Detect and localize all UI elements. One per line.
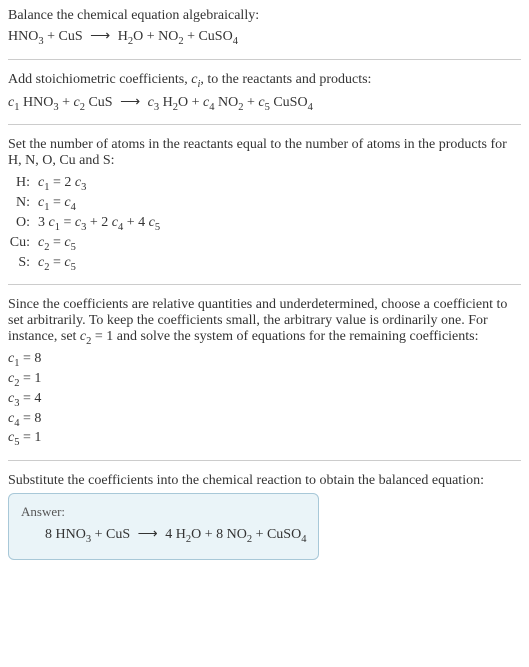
stoich-intro-b: , to the reactants and products: <box>200 72 371 87</box>
atom-label: S: <box>8 255 38 271</box>
answer-box: Answer: 8 HNO3 + CuS ⟶ 4 H2O + 8 NO2 + C… <box>8 493 319 560</box>
coef-row: c5 = 1 <box>8 430 521 448</box>
divider <box>8 284 521 285</box>
atom-row: H: c1 = 2 c3 <box>8 175 521 193</box>
atom-row: N: c1 = c4 <box>8 195 521 213</box>
divider <box>8 59 521 60</box>
atom-eq: 3 c1 = c3 + 2 c4 + 4 c5 <box>38 215 160 233</box>
coef-row: c1 = 8 <box>8 351 521 369</box>
atom-row: Cu: c2 = c5 <box>8 235 521 253</box>
intro-line: Balance the chemical equation algebraica… <box>8 8 521 24</box>
substitute-intro: Substitute the coefficients into the che… <box>8 473 521 489</box>
intro-section: Balance the chemical equation algebraica… <box>8 8 521 47</box>
atom-eq: c1 = 2 c3 <box>38 175 86 193</box>
atom-eq: c1 = c4 <box>38 195 76 213</box>
atom-eq: c2 = c5 <box>38 235 76 253</box>
coef-row: c2 = 1 <box>8 371 521 389</box>
divider <box>8 124 521 125</box>
coef-list: c1 = 8 c2 = 1 c3 = 4 c4 = 8 c5 = 1 <box>8 351 521 448</box>
atom-row: S: c2 = c5 <box>8 255 521 273</box>
stoich-intro-a: Add stoichiometric coefficients, <box>8 72 191 87</box>
balanced-equation: 8 HNO3 + CuS ⟶ 4 H2O + 8 NO2 + CuSO4 <box>21 526 306 545</box>
atoms-section: Set the number of atoms in the reactants… <box>8 137 521 272</box>
atom-label: O: <box>8 215 38 231</box>
atom-label: H: <box>8 175 38 191</box>
stoich-intro: Add stoichiometric coefficients, ci, to … <box>8 72 521 90</box>
atom-eq: c2 = c5 <box>38 255 76 273</box>
coef-row: c4 = 8 <box>8 411 521 429</box>
solve-intro: Since the coefficients are relative quan… <box>8 297 521 347</box>
stoich-section: Add stoichiometric coefficients, ci, to … <box>8 72 521 113</box>
atoms-intro: Set the number of atoms in the reactants… <box>8 137 521 169</box>
divider <box>8 460 521 461</box>
atom-label: Cu: <box>8 235 38 251</box>
unbalanced-equation: HNO3 + CuS ⟶ H2O + NO2 + CuSO4 <box>8 28 521 47</box>
coef-row: c3 = 4 <box>8 391 521 409</box>
atom-table: H: c1 = 2 c3 N: c1 = c4 O: 3 c1 = c3 + 2… <box>8 175 521 272</box>
answer-label: Answer: <box>21 504 306 520</box>
solve-section: Since the coefficients are relative quan… <box>8 297 521 448</box>
substitute-section: Substitute the coefficients into the che… <box>8 473 521 560</box>
atom-row: O: 3 c1 = c3 + 2 c4 + 4 c5 <box>8 215 521 233</box>
stoich-equation: c1 HNO3 + c2 CuS ⟶ c3 H2O + c4 NO2 + c5 … <box>8 94 521 113</box>
atom-label: N: <box>8 195 38 211</box>
